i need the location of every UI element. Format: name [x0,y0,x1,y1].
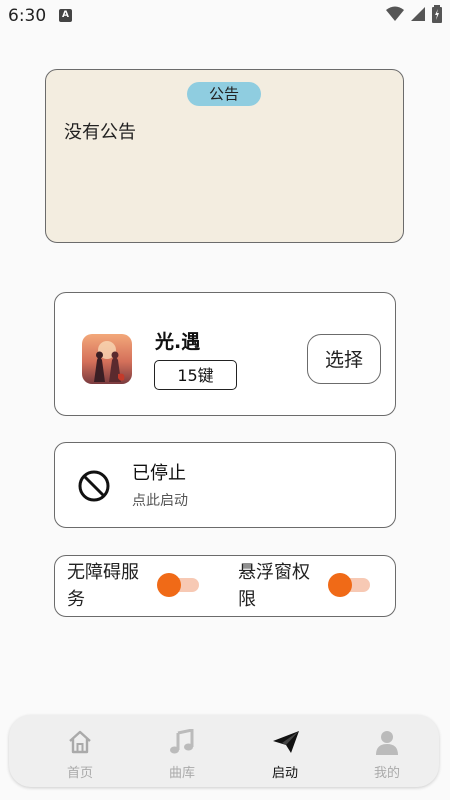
status-time: 6:30 [8,6,47,26]
status-icons [386,5,442,23]
select-game-button[interactable]: 选择 [307,334,381,384]
nav-profile-label: 我的 [373,766,400,781]
battery-icon [432,5,442,23]
accessibility-service-toggle[interactable] [157,571,199,599]
permissions-card: 无障碍服务 悬浮窗权限 [54,555,396,617]
run-status-card[interactable]: 已停止 点此启动 [54,442,396,528]
run-status-title: 已停止 [132,463,186,484]
notice-tag: 公告 [187,82,261,106]
home-icon [69,730,91,754]
notice-card: 公告 没有公告 [45,69,404,243]
game-icon [82,334,132,384]
cell-signal-icon [411,7,425,21]
nav-launch[interactable]: 启动 [235,715,335,787]
status-bar: 6:30 A [0,0,450,32]
nav-library-label: 曲库 [168,766,195,781]
game-card: 光.遇 15键 选择 [54,292,396,416]
stopped-icon [78,470,110,502]
nav-profile[interactable]: 我的 [337,715,437,787]
overlay-permission-label: 悬浮窗权限 [238,562,310,610]
nav-library[interactable]: 曲库 [132,715,232,787]
notification-icon: A [59,9,72,22]
accessibility-service-label: 无障碍服务 [67,562,139,610]
paper-plane-icon [273,731,299,753]
bottom-nav: 首页 曲库 启动 我的 [9,715,439,787]
wifi-icon [386,6,404,21]
person-icon [376,731,398,755]
overlay-permission-toggle[interactable] [328,571,370,599]
run-status-subtitle: 点此启动 [132,493,188,509]
nav-launch-label: 启动 [271,766,298,781]
nav-home[interactable]: 首页 [30,715,130,787]
notice-text: 没有公告 [64,122,136,143]
key-count-badge: 15键 [154,360,237,390]
nav-home-label: 首页 [66,766,93,781]
music-note-icon [170,729,194,754]
game-title: 光.遇 [155,331,201,353]
